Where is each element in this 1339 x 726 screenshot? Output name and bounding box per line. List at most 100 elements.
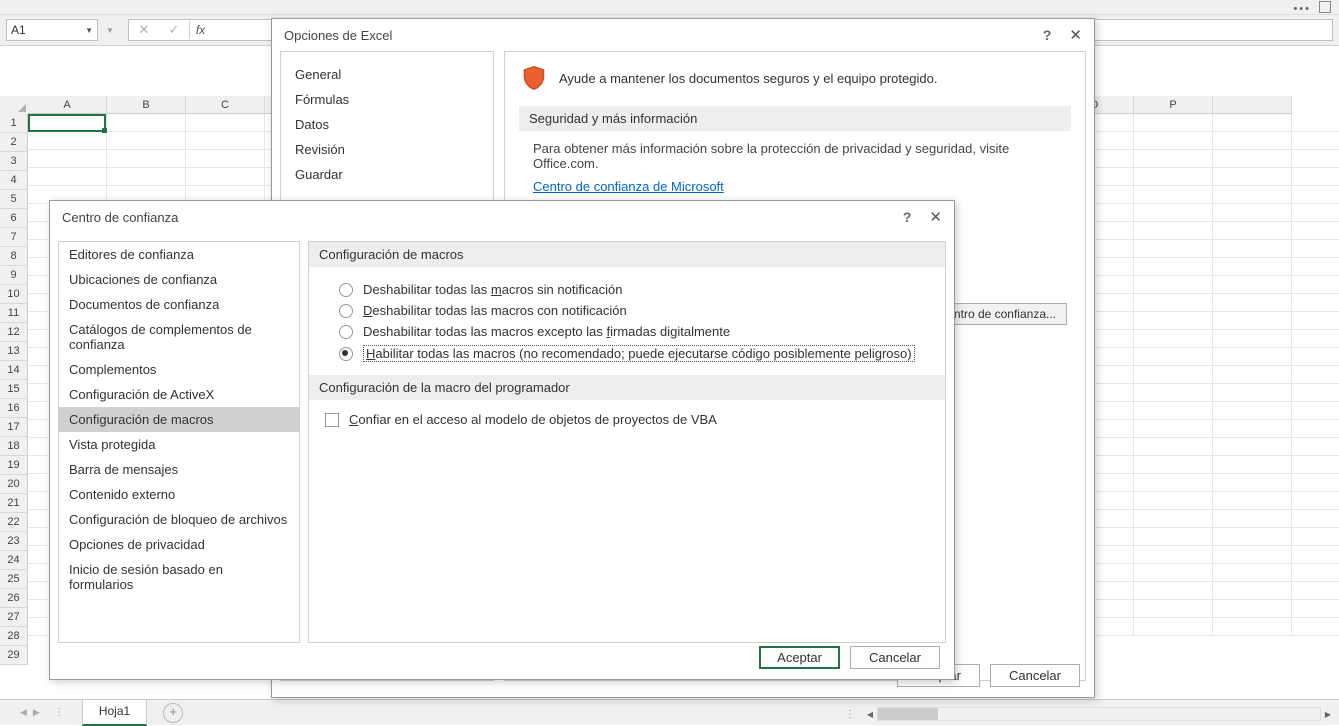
trust-nav-item[interactable]: Documentos de confianza: [59, 292, 299, 317]
cell[interactable]: [1134, 528, 1213, 546]
cell[interactable]: [107, 168, 186, 186]
close-icon[interactable]: ✕: [1069, 26, 1082, 44]
trust-accept-button[interactable]: Aceptar: [759, 646, 840, 669]
trust-nav-item[interactable]: Catálogos de complementos de confianza: [59, 317, 299, 357]
cell[interactable]: [107, 114, 186, 132]
row-header[interactable]: 5: [0, 190, 28, 209]
cell[interactable]: [1134, 186, 1213, 204]
share-icon[interactable]: [1319, 1, 1331, 13]
row-header[interactable]: 8: [0, 247, 28, 266]
row-header[interactable]: 20: [0, 475, 28, 494]
trust-nav-item[interactable]: Opciones de privacidad: [59, 532, 299, 557]
cell[interactable]: [1213, 402, 1292, 420]
cell[interactable]: [1134, 348, 1213, 366]
close-icon[interactable]: ✕: [929, 208, 942, 226]
column-header[interactable]: A: [28, 96, 107, 114]
options-nav-item[interactable]: Guardar: [281, 162, 493, 187]
row-header[interactable]: 25: [0, 570, 28, 589]
cell[interactable]: [1134, 294, 1213, 312]
cell[interactable]: [1292, 546, 1339, 564]
row-header[interactable]: 17: [0, 418, 28, 437]
cell[interactable]: [1213, 546, 1292, 564]
options-nav-item[interactable]: Datos: [281, 112, 493, 137]
cell[interactable]: [1292, 330, 1339, 348]
add-sheet-button[interactable]: +: [163, 703, 183, 723]
radio-disable-except-signed[interactable]: Deshabilitar todas las macros excepto la…: [339, 321, 937, 342]
cell[interactable]: [1213, 168, 1292, 186]
cell[interactable]: [1213, 222, 1292, 240]
checkbox-trust-vba-access[interactable]: Confiar en el acceso al modelo de objeto…: [309, 400, 945, 437]
cell[interactable]: [1213, 474, 1292, 492]
cell[interactable]: [1292, 222, 1339, 240]
cell[interactable]: [1134, 546, 1213, 564]
cell[interactable]: [1292, 582, 1339, 600]
trust-nav-item[interactable]: Barra de mensajes: [59, 457, 299, 482]
cell[interactable]: [1292, 294, 1339, 312]
scroll-left-icon[interactable]: ◀: [863, 710, 877, 719]
options-cancel-button[interactable]: Cancelar: [990, 664, 1080, 687]
cell[interactable]: [1213, 294, 1292, 312]
column-header[interactable]: B: [107, 96, 186, 114]
cell[interactable]: [1213, 240, 1292, 258]
cell[interactable]: [1134, 618, 1213, 636]
next-sheet-icon[interactable]: ▶: [33, 707, 40, 718]
more-icon[interactable]: •••: [1293, 3, 1311, 15]
radio-disable-no-notify[interactable]: Deshabilitar todas las macros sin notifi…: [339, 279, 937, 300]
cell[interactable]: [1134, 222, 1213, 240]
select-all-corner[interactable]: [0, 96, 29, 115]
row-header[interactable]: 9: [0, 266, 28, 285]
row-header[interactable]: 14: [0, 361, 28, 380]
cell[interactable]: [1134, 564, 1213, 582]
horizontal-scrollbar[interactable]: ⋮ ◀ ▶: [845, 707, 1335, 721]
scroll-thumb[interactable]: [878, 708, 938, 720]
fx-icon[interactable]: fx: [190, 23, 211, 37]
trust-cancel-button[interactable]: Cancelar: [850, 646, 940, 669]
cell[interactable]: [1292, 114, 1339, 132]
cell[interactable]: [28, 168, 107, 186]
cell[interactable]: [1213, 582, 1292, 600]
cell[interactable]: [1213, 348, 1292, 366]
tab-menu-icon[interactable]: ⋮: [54, 707, 64, 718]
cell[interactable]: [1213, 114, 1292, 132]
cell[interactable]: [1292, 168, 1339, 186]
cell[interactable]: [1213, 564, 1292, 582]
cell[interactable]: [1292, 618, 1339, 636]
cell[interactable]: [1134, 330, 1213, 348]
row-headers[interactable]: 1234567891011121314151617181920212223242…: [0, 114, 28, 665]
cell[interactable]: [1134, 276, 1213, 294]
cell[interactable]: [1213, 150, 1292, 168]
row-header[interactable]: 16: [0, 399, 28, 418]
cell[interactable]: [186, 132, 265, 150]
cell[interactable]: [1292, 186, 1339, 204]
cell[interactable]: [1213, 384, 1292, 402]
cell[interactable]: [1213, 492, 1292, 510]
cell[interactable]: [1292, 276, 1339, 294]
options-nav-item[interactable]: Revisión: [281, 137, 493, 162]
trust-nav[interactable]: Editores de confianzaUbicaciones de conf…: [58, 241, 300, 643]
cell[interactable]: [1292, 600, 1339, 618]
column-header[interactable]: P: [1134, 96, 1213, 114]
cell[interactable]: [1134, 420, 1213, 438]
row-header[interactable]: 11: [0, 304, 28, 323]
trust-nav-item[interactable]: Configuración de ActiveX: [59, 382, 299, 407]
row-header[interactable]: 23: [0, 532, 28, 551]
row-header[interactable]: 15: [0, 380, 28, 399]
row-header[interactable]: 12: [0, 323, 28, 342]
cell[interactable]: [1292, 150, 1339, 168]
cell[interactable]: [1134, 384, 1213, 402]
cell[interactable]: [1213, 132, 1292, 150]
cell[interactable]: [107, 150, 186, 168]
cell[interactable]: [1134, 204, 1213, 222]
cell[interactable]: [1134, 312, 1213, 330]
cell[interactable]: [1292, 366, 1339, 384]
cell[interactable]: [1134, 258, 1213, 276]
row-header[interactable]: 27: [0, 608, 28, 627]
row-header[interactable]: 22: [0, 513, 28, 532]
cell[interactable]: [1213, 204, 1292, 222]
cell[interactable]: [1292, 384, 1339, 402]
cell[interactable]: [186, 168, 265, 186]
expand-icon[interactable]: ▼: [106, 26, 114, 35]
cell[interactable]: [1292, 510, 1339, 528]
cell[interactable]: [1134, 438, 1213, 456]
cell[interactable]: [1292, 420, 1339, 438]
